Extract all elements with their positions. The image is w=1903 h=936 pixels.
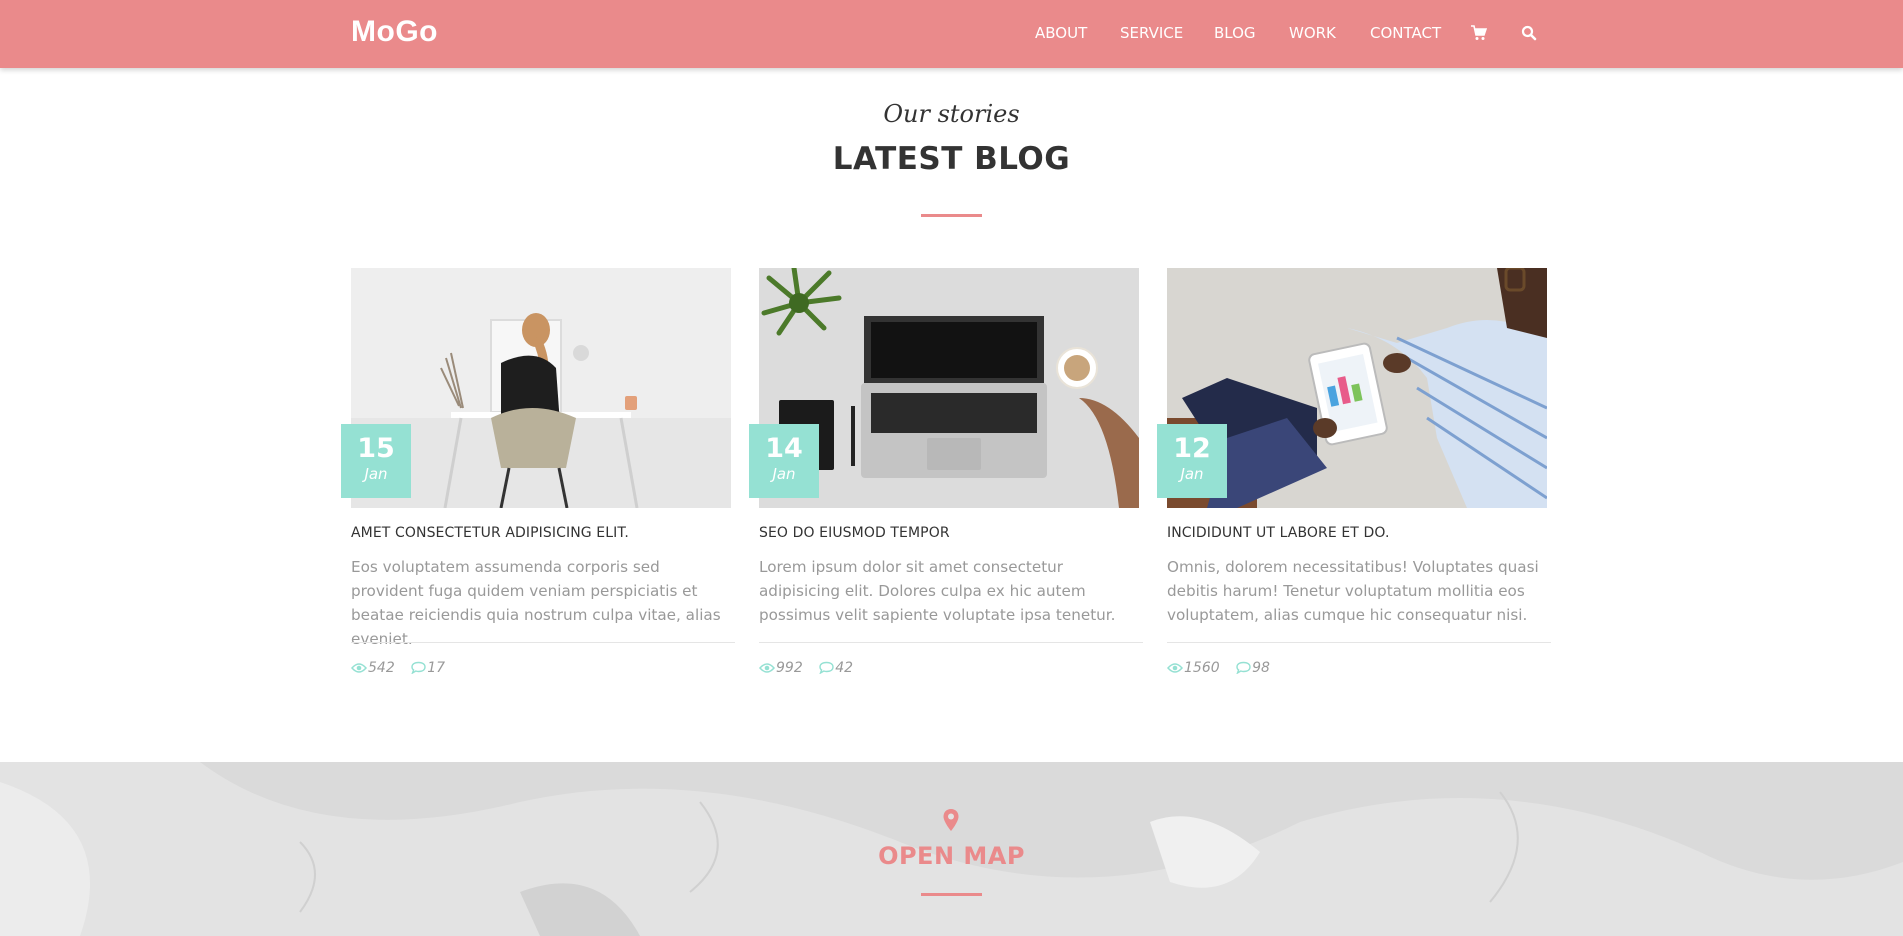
section-divider [921,214,982,217]
nav-item-about[interactable]: ABOUT [1035,24,1087,42]
comments-count: 98 [1236,660,1270,676]
views-count: 542 [351,660,395,676]
views-value: 542 [368,660,395,676]
main-nav: ABOUT SERVICE BLOG WORK CONTACT [1020,0,1903,68]
blog-card[interactable]: 12 Jan INCIDIDUNT UT LABORE ET DO. Omnis… [1157,268,1551,688]
post-title[interactable]: SEO DO EIUSMOD TEMPOR [759,525,1139,541]
date-month: Jan [1180,465,1204,483]
post-title[interactable]: AMET CONSECTETUR ADIPISICING ELIT. [351,525,731,541]
views-value: 992 [776,660,803,676]
search-icon[interactable] [1521,25,1539,43]
eye-icon [351,663,367,673]
nav-item-contact[interactable]: CONTACT [1370,24,1441,42]
card-divider [759,642,1143,643]
eye-icon [1167,663,1183,673]
comments-count: 42 [819,660,853,676]
eye-icon [759,663,775,673]
cart-icon[interactable] [1471,25,1489,43]
blog-card[interactable]: 14 Jan SEO DO EIUSMOD TEMPOR Lorem ipsum… [749,268,1143,688]
post-excerpt: Lorem ipsum dolor sit amet consectetur a… [759,558,1116,624]
date-day: 15 [357,433,395,464]
post-meta: 992 42 [759,660,865,680]
map-divider [921,893,982,896]
comments-value: 98 [1252,660,1270,676]
map-pin-icon[interactable] [942,808,960,832]
comments-value: 42 [835,660,854,676]
post-title[interactable]: INCIDIDUNT UT LABORE ET DO. [1167,525,1547,541]
views-count: 992 [759,660,803,676]
post-meta: 542 17 [351,660,457,680]
views-value: 1560 [1184,660,1220,676]
date-month: Jan [364,465,388,483]
nav-item-service[interactable]: SERVICE [1120,24,1183,42]
card-divider [1167,642,1551,643]
section-subtitle: Our stories [883,100,1020,128]
date-badge: 14 Jan [749,424,819,498]
open-map-link[interactable]: OPEN MAP [0,842,1903,870]
nav-item-blog[interactable]: BLOG [1214,24,1256,42]
post-excerpt: Omnis, dolorem necessitatibus! Voluptate… [1167,558,1539,624]
date-day: 14 [765,433,803,464]
views-count: 1560 [1167,660,1220,676]
site-logo[interactable]: MoGo [351,15,438,49]
comment-icon [411,661,426,675]
card-divider [351,642,735,643]
date-badge: 12 Jan [1157,424,1227,498]
date-day: 12 [1173,433,1211,464]
nav-item-work[interactable]: WORK [1289,24,1336,42]
comment-icon [1236,661,1251,675]
date-badge: 15 Jan [341,424,411,498]
comment-icon [819,661,834,675]
post-excerpt: Eos voluptatem assumenda corporis sed pr… [351,558,721,648]
map-section: OPEN MAP [0,762,1903,936]
blog-card[interactable]: 15 Jan AMET CONSECTETUR ADIPISICING ELIT… [341,268,735,688]
post-meta: 1560 98 [1167,660,1282,680]
site-header: MoGo ABOUT SERVICE BLOG WORK CONTACT [0,0,1903,68]
comments-value: 17 [427,660,446,676]
date-month: Jan [772,465,796,483]
section-title: LATEST BLOG [832,141,1071,177]
comments-count: 17 [411,660,445,676]
